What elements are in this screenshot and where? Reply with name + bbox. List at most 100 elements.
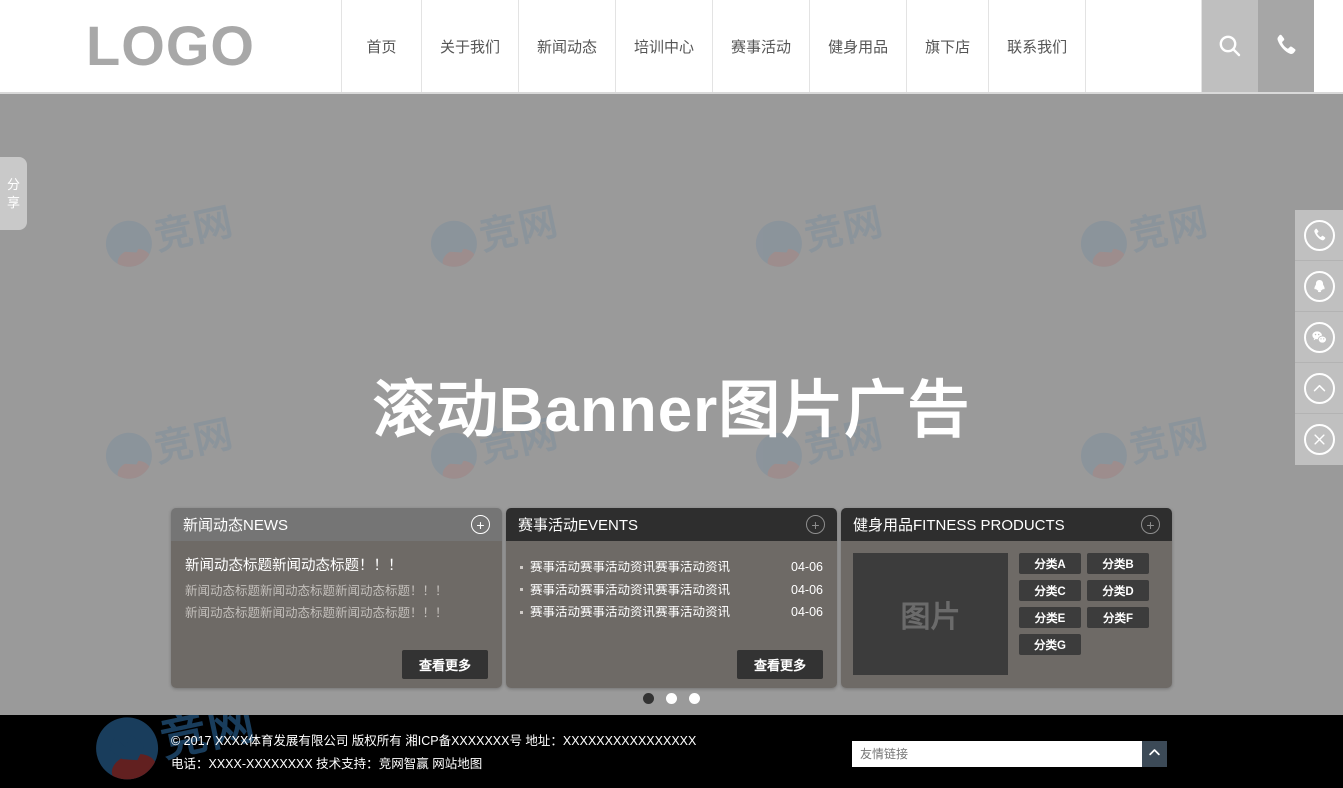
nav-item-news[interactable]: 新闻动态 xyxy=(519,0,617,92)
carousel-dot-3[interactable] xyxy=(689,693,700,704)
category-button-c[interactable]: 分类C xyxy=(1019,580,1081,601)
nav-label: 首页 xyxy=(366,38,397,56)
friendly-links-selector xyxy=(852,741,1167,767)
nav-label: 旗下店 xyxy=(925,38,971,56)
share-tab-line-1: 分 xyxy=(6,176,20,192)
watermark-text: 竞网 xyxy=(150,200,238,259)
products-card-header: 健身用品FITNESS PRODUCTS + xyxy=(841,508,1172,541)
friendly-links-toggle-button[interactable] xyxy=(1142,741,1167,767)
nav-item-contact[interactable]: 联系我们 xyxy=(989,0,1087,92)
products-card-body: 图片 分类A 分类B 分类C 分类D 分类E 分类F 分类G xyxy=(841,541,1172,688)
product-image-placeholder[interactable]: 图片 xyxy=(853,553,1008,675)
footer-sitemap-link[interactable]: 网站地图 xyxy=(432,757,482,771)
event-date: 04-06 xyxy=(791,605,823,619)
back-to-top-icon xyxy=(1303,372,1335,404)
event-date: 04-06 xyxy=(791,560,823,574)
share-tab[interactable]: 分 享 xyxy=(0,157,27,230)
bullet-icon xyxy=(520,610,523,614)
news-more-plus-icon[interactable]: + xyxy=(471,515,490,534)
nav-label: 新闻动态 xyxy=(537,38,598,56)
list-item[interactable]: 赛事活动赛事活动资讯赛事活动资讯 04-06 xyxy=(520,556,823,579)
events-card-body: 赛事活动赛事活动资讯赛事活动资讯 04-06 赛事活动赛事活动资讯赛事活动资讯 … xyxy=(506,541,837,688)
list-item[interactable]: 赛事活动赛事活动资讯赛事活动资讯 04-06 xyxy=(520,601,823,624)
phone-icon xyxy=(1272,32,1300,60)
news-card-header: 新闻动态NEWS + xyxy=(171,508,502,541)
carousel-dots xyxy=(0,693,1343,704)
nav-item-products[interactable]: 健身用品 xyxy=(810,0,908,92)
main-navigation: 首页 关于我们 新闻动态 培训中心 赛事活动 健身用品 旗下店 联系我们 xyxy=(342,0,1087,92)
share-tab-line-2: 享 xyxy=(6,194,20,210)
events-card: 赛事活动EVENTS + 赛事活动赛事活动资讯赛事活动资讯 04-06 赛事活动… xyxy=(506,508,837,688)
list-item[interactable]: 赛事活动赛事活动资讯赛事活动资讯 04-06 xyxy=(520,579,823,602)
logo-text: LOGO xyxy=(86,14,255,77)
news-subline[interactable]: 新闻动态标题新闻动态标题新闻动态标题！！！ xyxy=(185,603,488,625)
footer-contact-line: 电话：XXXX-XXXXXXXX 技术支持：竞网智赢 网站地图 xyxy=(171,753,1343,776)
wechat-icon xyxy=(1303,321,1335,353)
events-more-plus-icon[interactable]: + xyxy=(806,515,825,534)
watermark-badge xyxy=(1076,216,1132,272)
watermark-badge xyxy=(751,216,807,272)
phone-button[interactable] xyxy=(1258,0,1315,92)
watermark-text: 竞网 xyxy=(1125,200,1213,259)
friendly-links-input[interactable] xyxy=(852,741,1142,767)
carousel-dot-1[interactable] xyxy=(643,693,654,704)
events-view-more-button[interactable]: 查看更多 xyxy=(736,650,823,679)
logo[interactable]: LOGO xyxy=(0,0,342,92)
floatbar-wechat-button[interactable] xyxy=(1295,312,1343,363)
nav-item-home[interactable]: 首页 xyxy=(342,0,422,92)
category-button-b[interactable]: 分类B xyxy=(1087,553,1149,574)
news-subline[interactable]: 新闻动态标题新闻动态标题新闻动态标题！！！ xyxy=(185,581,488,603)
news-headline[interactable]: 新闻动态标题新闻动态标题！！！ xyxy=(185,554,488,575)
floating-sidebar xyxy=(1295,210,1343,465)
card-row: 新闻动态NEWS + 新闻动态标题新闻动态标题！！！ 新闻动态标题新闻动态标题新… xyxy=(171,508,1172,688)
site-header: LOGO 首页 关于我们 新闻动态 培训中心 赛事活动 健身用品 旗下店 联系我… xyxy=(0,0,1343,94)
event-title: 赛事活动赛事活动资讯赛事活动资讯 xyxy=(530,561,731,574)
close-icon xyxy=(1303,424,1335,455)
category-button-g[interactable]: 分类G xyxy=(1019,634,1081,655)
products-more-plus-icon[interactable]: + xyxy=(1141,515,1160,534)
chevron-up-icon xyxy=(1147,745,1162,763)
nav-label: 赛事活动 xyxy=(731,38,792,56)
event-title: 赛事活动赛事活动资讯赛事活动资讯 xyxy=(530,606,731,619)
nav-item-events[interactable]: 赛事活动 xyxy=(713,0,811,92)
floatbar-qq-button[interactable] xyxy=(1295,261,1343,312)
search-button[interactable] xyxy=(1202,0,1259,92)
header-tail xyxy=(1314,0,1343,92)
nav-item-stores[interactable]: 旗下店 xyxy=(907,0,990,92)
news-card-title: 新闻动态NEWS xyxy=(183,517,289,534)
carousel-dot-2[interactable] xyxy=(666,693,677,704)
bullet-icon xyxy=(520,565,523,569)
category-button-a[interactable]: 分类A xyxy=(1019,553,1081,574)
floatbar-back-to-top-button[interactable] xyxy=(1295,363,1343,414)
news-card-body: 新闻动态标题新闻动态标题！！！ 新闻动态标题新闻动态标题新闻动态标题！！！ 新闻… xyxy=(171,541,502,688)
category-button-e[interactable]: 分类E xyxy=(1019,607,1081,628)
floatbar-phone-button[interactable] xyxy=(1295,210,1343,261)
footer-phone-support-text: 电话：XXXX-XXXXXXXX 技术支持： xyxy=(171,757,379,772)
category-button-f[interactable]: 分类F xyxy=(1087,607,1149,628)
event-date: 04-06 xyxy=(791,582,823,597)
watermark-badge xyxy=(426,216,482,272)
floatbar-close-button[interactable] xyxy=(1295,414,1343,465)
qq-icon xyxy=(1303,270,1335,302)
search-icon xyxy=(1216,32,1244,60)
nav-label: 联系我们 xyxy=(1007,38,1068,56)
nav-label: 健身用品 xyxy=(828,38,889,56)
phone-icon xyxy=(1303,219,1335,251)
footer-copyright: © 2017 XXXX体育发展有限公司 版权所有 湘ICP备XXXXXXX号 地… xyxy=(171,734,697,748)
header-gap xyxy=(1086,0,1203,92)
products-card: 健身用品FITNESS PRODUCTS + 图片 分类A 分类B 分类C 分类… xyxy=(841,508,1172,688)
news-card: 新闻动态NEWS + 新闻动态标题新闻动态标题！！！ 新闻动态标题新闻动态标题新… xyxy=(171,508,502,688)
footer-support-link[interactable]: 竞网智赢 xyxy=(379,757,429,771)
nav-label: 培训中心 xyxy=(634,38,695,56)
events-card-title: 赛事活动EVENTS xyxy=(518,517,639,534)
news-view-more-button[interactable]: 查看更多 xyxy=(401,650,488,679)
page-root: LOGO 首页 关于我们 新闻动态 培训中心 赛事活动 健身用品 旗下店 联系我… xyxy=(0,0,1343,788)
watermark-badge xyxy=(101,216,157,272)
nav-item-training[interactable]: 培训中心 xyxy=(616,0,714,92)
category-button-d[interactable]: 分类D xyxy=(1087,580,1149,601)
bullet-icon xyxy=(520,588,523,592)
nav-item-about[interactable]: 关于我们 xyxy=(422,0,520,92)
event-title: 赛事活动赛事活动资讯赛事活动资讯 xyxy=(530,583,731,596)
events-card-header: 赛事活动EVENTS + xyxy=(506,508,837,541)
watermark-text: 竞网 xyxy=(800,200,888,259)
